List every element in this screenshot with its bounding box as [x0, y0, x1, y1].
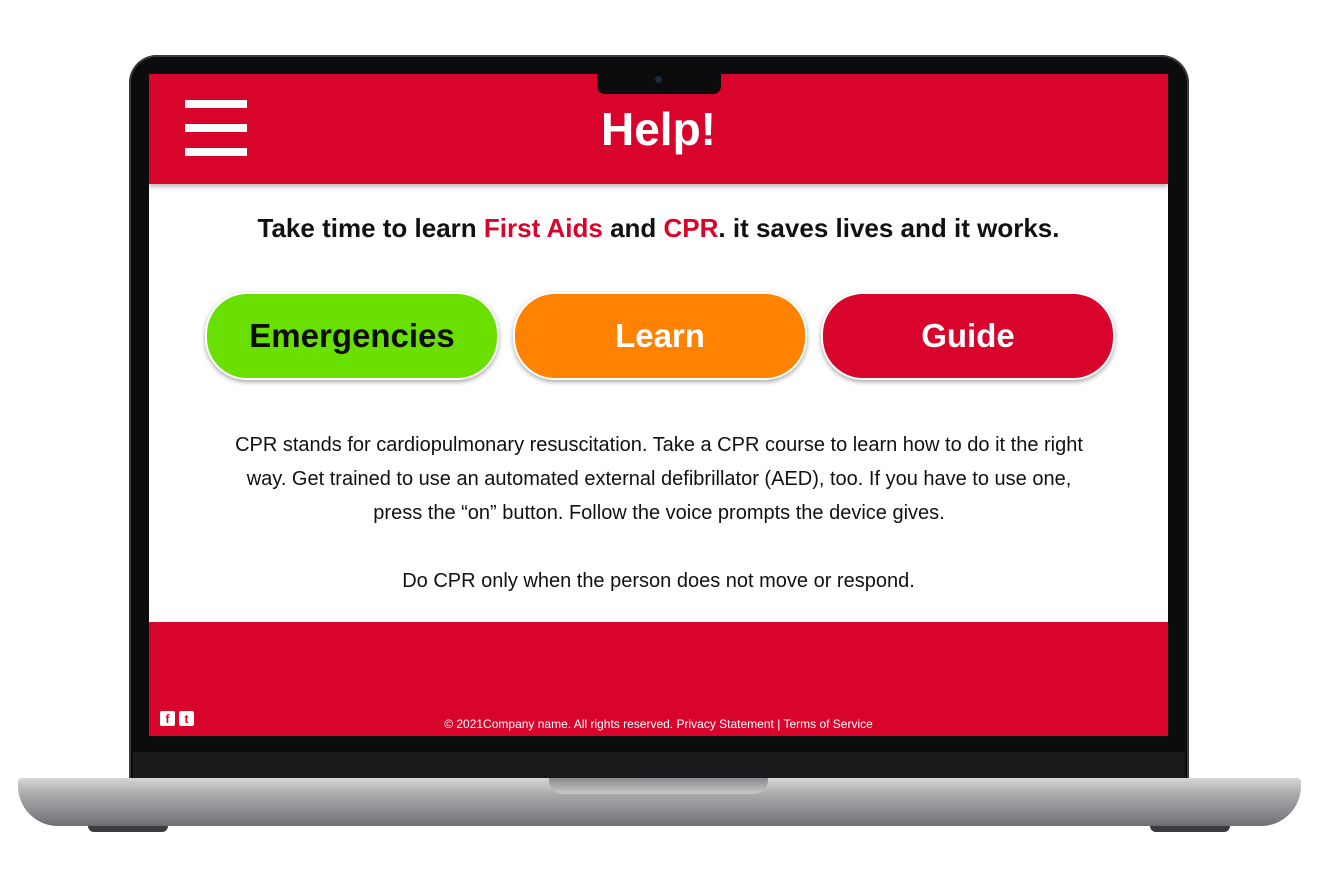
copyright-text: © 2021Company name. All rights reserved. — [444, 717, 677, 731]
tagline-highlight-first-aids: First Aids — [483, 213, 603, 243]
footer-separator: | — [773, 717, 784, 731]
tagline-highlight-cpr: CPR — [663, 213, 719, 243]
laptop-foot-right — [1150, 826, 1230, 832]
privacy-statement-link[interactable]: Privacy Statement — [676, 717, 773, 731]
laptop-foot-left — [88, 826, 168, 832]
guide-button[interactable]: Guide — [821, 292, 1115, 380]
intro-tagline: Take time to learn First Aids and CPR. i… — [149, 212, 1168, 244]
page-footer: f t © 2021Company name. All rights reser… — [149, 622, 1168, 736]
laptop-bezel-bottom — [133, 752, 1185, 778]
tagline-part: . it saves lives and it works. — [718, 213, 1060, 243]
camera-icon — [655, 76, 662, 83]
screen: Help! Take time to learn First Aids and … — [149, 74, 1168, 736]
emergencies-button[interactable]: Emergencies — [205, 292, 499, 380]
laptop-base-notch — [549, 778, 768, 794]
tagline-part: and — [602, 213, 664, 243]
learn-button[interactable]: Learn — [513, 292, 807, 380]
tagline-part: Take time to learn — [257, 213, 484, 243]
terms-of-service-link[interactable]: Terms of Service — [783, 717, 872, 731]
camera-notch — [597, 73, 721, 94]
page-title: Help! — [601, 103, 716, 155]
copyright-line: © 2021Company name. All rights reserved.… — [149, 717, 1168, 731]
cpr-description: CPR stands for cardiopulmonary resuscita… — [235, 434, 1083, 524]
cpr-note: Do CPR only when the person does not mov… — [402, 570, 915, 592]
